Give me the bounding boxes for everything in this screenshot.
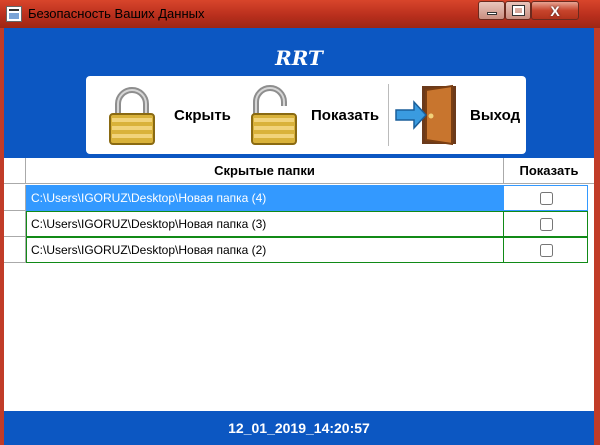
- folder-path-cell[interactable]: C:\Users\IGORUZ\Desktop\Новая папка (3): [26, 211, 504, 237]
- show-checkbox[interactable]: [540, 218, 553, 231]
- maximize-button[interactable]: [505, 1, 531, 20]
- grid-header: Скрытые папки Показать: [4, 158, 594, 184]
- close-button[interactable]: X: [531, 1, 579, 20]
- brand-title: RRT: [275, 46, 323, 70]
- folder-path-cell[interactable]: C:\Users\IGORUZ\Desktop\Новая папка (2): [26, 237, 504, 263]
- status-timestamp: 12_01_2019_14:20:57: [4, 411, 594, 445]
- close-icon: X: [550, 3, 560, 19]
- minimize-icon: [487, 12, 497, 15]
- minimize-button[interactable]: [478, 1, 505, 20]
- maximize-icon: [512, 5, 525, 16]
- row-header[interactable]: [4, 211, 26, 237]
- table-row[interactable]: C:\Users\IGORUZ\Desktop\Новая папка (4): [4, 185, 588, 211]
- window-title: Безопасность Ваших Данных: [28, 6, 205, 21]
- show-checkbox[interactable]: [540, 244, 553, 257]
- row-header[interactable]: [4, 185, 26, 211]
- hidden-folders-grid: Скрытые папки Показать C:\Users\IGORUZ\D…: [4, 158, 594, 411]
- row-header[interactable]: [4, 237, 26, 263]
- toolbar: Скрыть Показать Выход: [86, 76, 526, 154]
- show-button-label: Показать: [311, 107, 380, 124]
- show-checkbox-cell[interactable]: [504, 185, 588, 211]
- show-checkbox[interactable]: [540, 192, 553, 205]
- folder-path-cell[interactable]: C:\Users\IGORUZ\Desktop\Новая папка (4): [26, 185, 504, 211]
- table-row[interactable]: C:\Users\IGORUZ\Desktop\Новая папка (2): [4, 237, 588, 263]
- window-frame-right: [594, 28, 600, 445]
- app-window-icon: [6, 6, 22, 22]
- title-bar[interactable]: Безопасность Ваших Данных X: [0, 0, 600, 28]
- exit-button[interactable]: Выход: [388, 76, 526, 154]
- column-header-show[interactable]: Показать: [504, 158, 594, 184]
- hide-button[interactable]: Скрыть: [86, 76, 236, 154]
- show-checkbox-cell[interactable]: [504, 211, 588, 237]
- header-panel: RRT Скрыть Показать Выход: [4, 28, 594, 158]
- lock-open-icon: [251, 85, 297, 145]
- exit-button-label: Выход: [470, 107, 521, 124]
- hide-button-label: Скрыть: [174, 107, 231, 124]
- grid-corner-cell[interactable]: [4, 158, 26, 184]
- column-header-hidden-folders[interactable]: Скрытые папки: [26, 158, 504, 184]
- lock-closed-icon: [109, 87, 155, 145]
- table-row[interactable]: C:\Users\IGORUZ\Desktop\Новая папка (3): [4, 211, 588, 237]
- exit-door-icon: [395, 84, 456, 146]
- show-button[interactable]: Показать: [236, 76, 386, 154]
- show-checkbox-cell[interactable]: [504, 237, 588, 263]
